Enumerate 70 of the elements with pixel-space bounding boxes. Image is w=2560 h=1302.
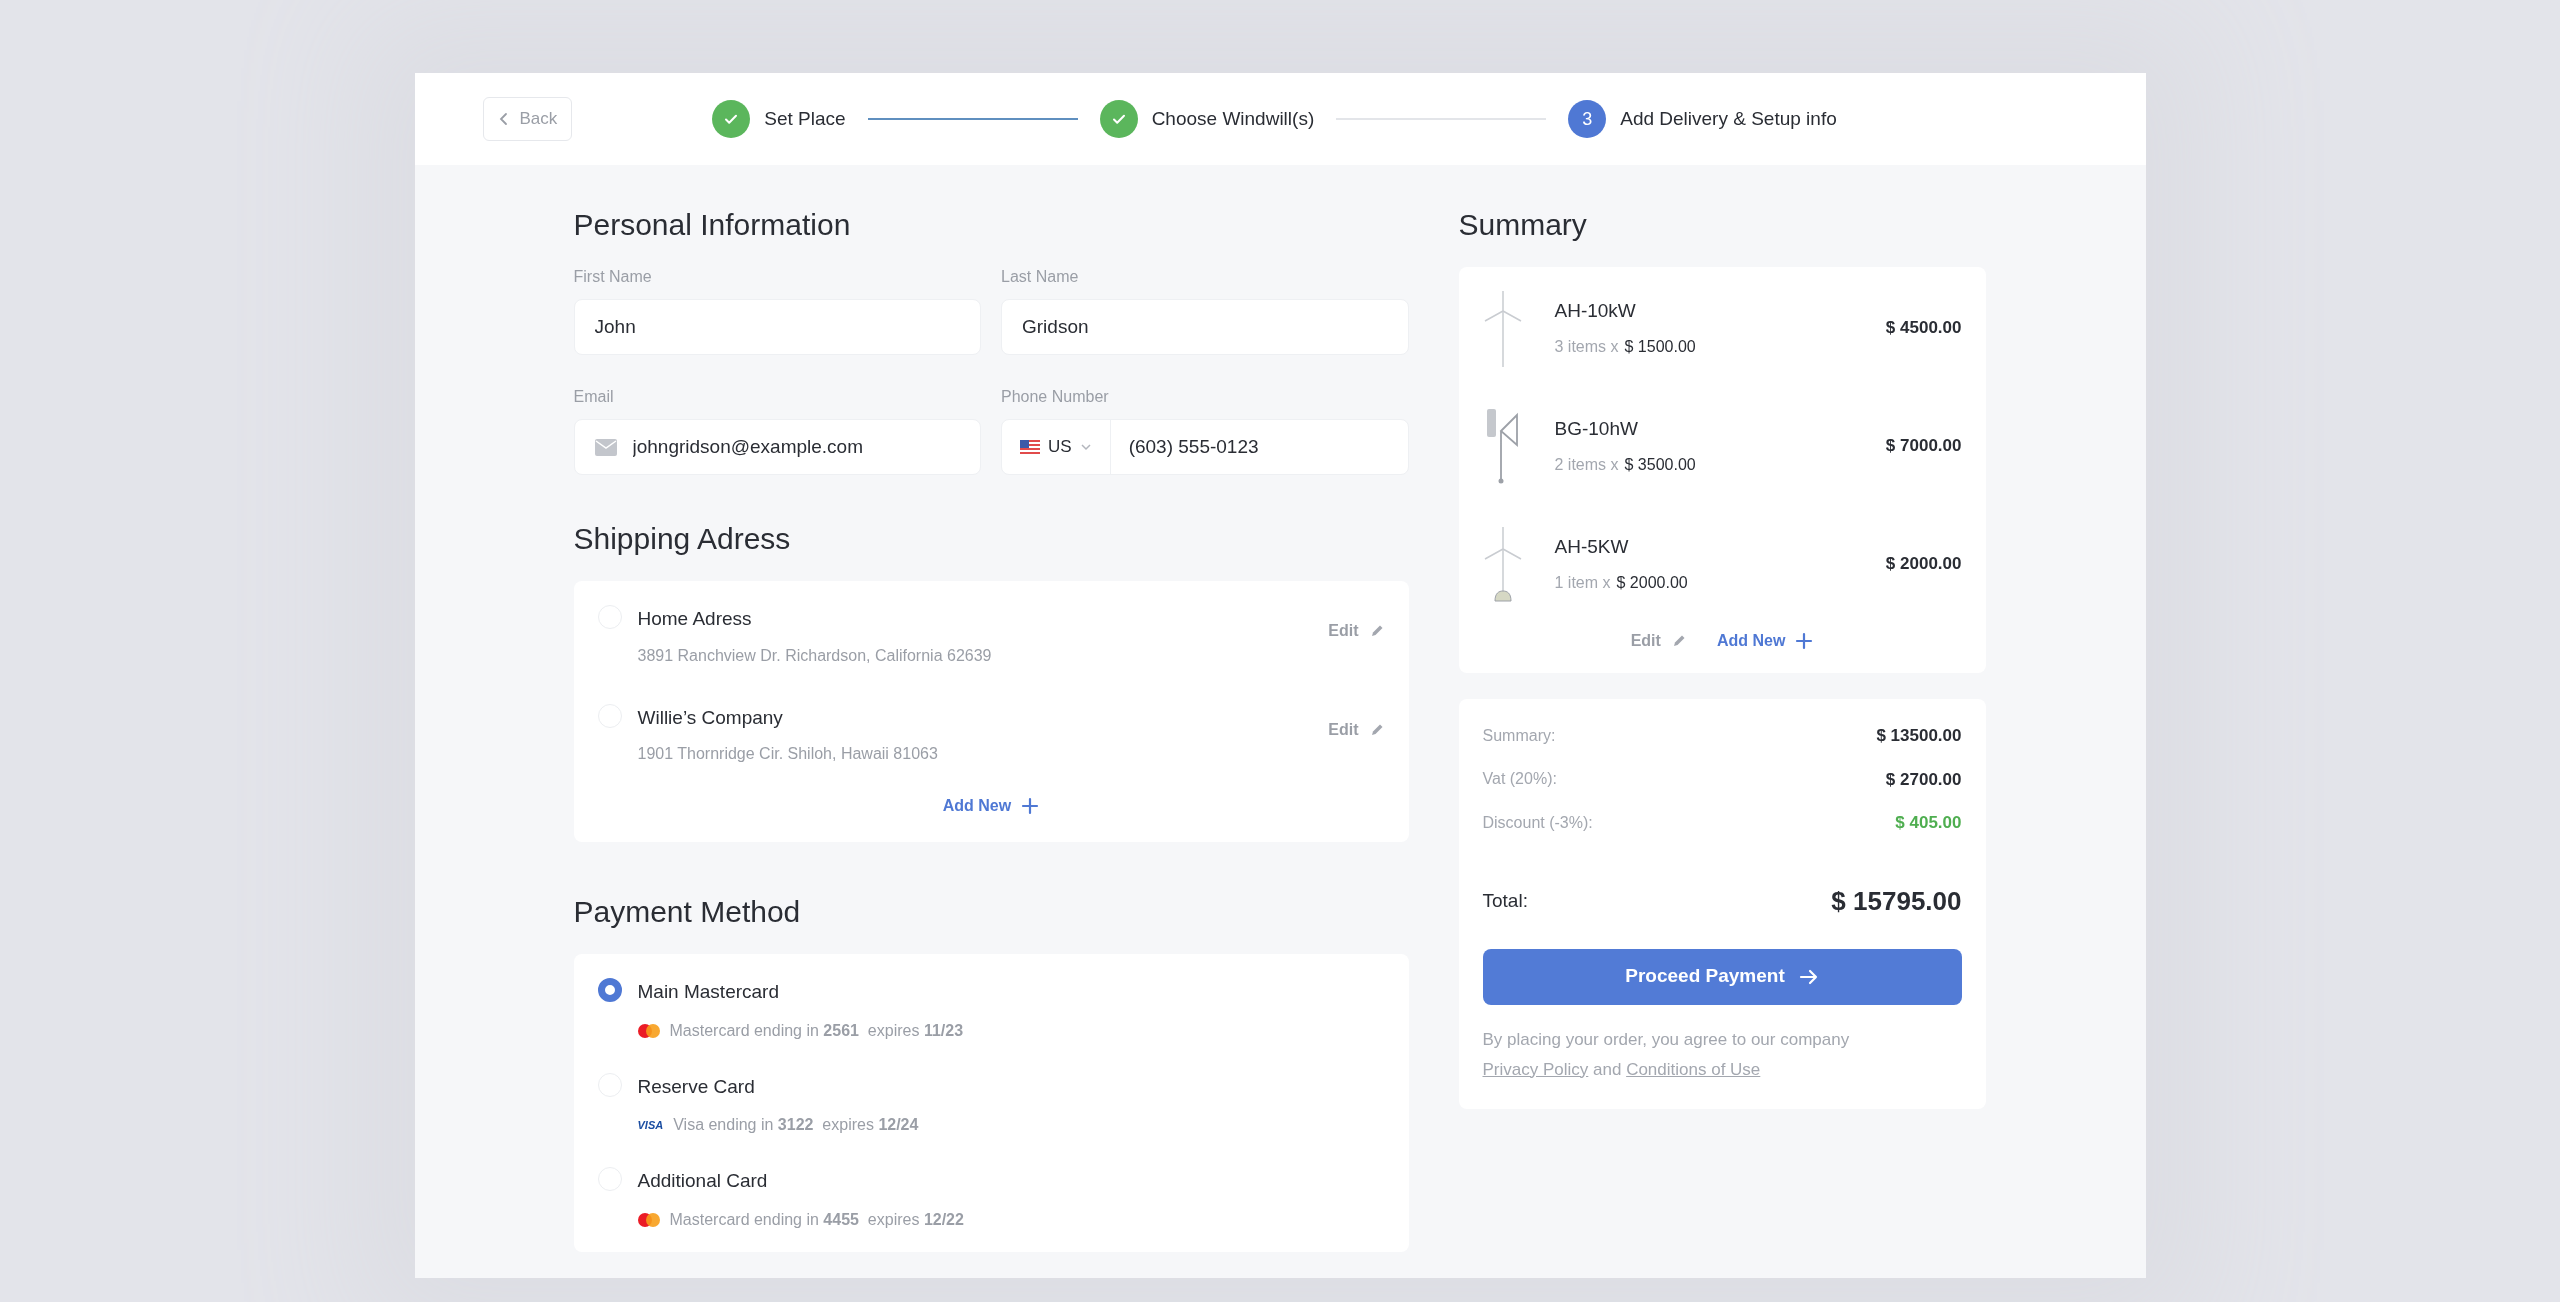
country-select[interactable]: US (1002, 420, 1111, 474)
edit-button[interactable]: Edit (1328, 717, 1385, 742)
total-value: $ 2700.00 (1885, 768, 1962, 791)
grand-total: $ 15795.00 (1831, 884, 1962, 918)
phone-field[interactable]: US (603) 555-0123 (1001, 419, 1409, 475)
quantity-text: 2 items x (1554, 455, 1619, 476)
visa-logo: VISA (637, 1117, 664, 1133)
privacy-policy-link[interactable]: Privacy Policy (1482, 1059, 1589, 1079)
field-label: Last Name (1001, 267, 1080, 287)
card-details: Mastercard ending in 2561 expires 11/23 (669, 1020, 964, 1041)
step-label: Add Delivery & Setup info (1620, 106, 1837, 131)
section-title: Personal Information (573, 207, 852, 243)
mastercard-logo-icon (637, 1212, 660, 1227)
section-title: Shipping Adress (573, 521, 792, 557)
mastercard-logo-icon (637, 1023, 660, 1038)
edit-button[interactable]: Edit (1630, 629, 1687, 653)
quantity-text: 1 item x (1554, 573, 1611, 594)
unit-price: $ 2000.00 (1616, 573, 1688, 594)
address-text: 3891 Ranchview Dr. Richardson, California 62639 (637, 645, 993, 666)
field-label: Phone Number (1001, 387, 1110, 407)
step-label: Set Place (764, 106, 846, 131)
product-name: AH-10kW (1554, 298, 1637, 323)
plus-icon (1795, 632, 1814, 650)
total-label: Total: (1482, 888, 1528, 913)
line-total: $ 2000.00 (1885, 553, 1962, 576)
add-new-button[interactable]: Add New (942, 794, 1040, 818)
card-name: Main Mastercard (637, 980, 780, 1004)
section-title: Summary (1458, 207, 1588, 243)
step-number: 3 (1568, 100, 1607, 138)
edit-button[interactable]: Edit (1328, 619, 1385, 643)
product-name: AH-5KW (1554, 534, 1630, 559)
unit-price: $ 3500.00 (1624, 455, 1696, 476)
text-input[interactable]: John (573, 299, 981, 355)
conditions-of-use-link[interactable]: Conditions of Use (1626, 1059, 1761, 1079)
mail-icon (594, 438, 617, 456)
field-label: First Name (573, 267, 653, 287)
field-label: Email (573, 387, 615, 407)
line-total: $ 7000.00 (1885, 435, 1962, 458)
total-label: Summary: (1482, 725, 1556, 746)
total-value: $ 405.00 (1895, 812, 1962, 834)
step-label: Choose Windwill(s) (1151, 106, 1315, 131)
card-details: Visa ending in 3122 expires 12/24 (673, 1115, 919, 1135)
radio-button[interactable] (597, 978, 622, 1002)
line-total: $ 4500.00 (1885, 317, 1962, 340)
chevron-down-icon (1079, 443, 1092, 451)
flag-icon (1020, 440, 1040, 454)
section-title: Payment Method (573, 894, 802, 930)
card-name: Reserve Card (637, 1074, 756, 1099)
address-name: Willie’s Company (637, 705, 784, 730)
total-value: $ 13500.00 (1876, 725, 1962, 747)
chevron-left-icon (497, 112, 510, 126)
quantity-text: 3 items x (1554, 337, 1619, 358)
back-button[interactable]: Back (482, 97, 573, 141)
address-text: 1901 Thornridge Cir. Shiloh, Hawaii 81063 (637, 744, 939, 764)
total-label: Discount (-3%): (1482, 812, 1593, 833)
phone-input[interactable]: (603) 555-0123 (1110, 420, 1408, 474)
agreement-text: By placing your order, you agree to our company Privacy Policy and Conditions of Use (1482, 1028, 1851, 1081)
card-details: Mastercard ending in 4455 expires 12/22 (669, 1209, 964, 1230)
unit-price: $ 1500.00 (1624, 337, 1696, 358)
plus-icon (1021, 797, 1040, 815)
card-name: Additional Card (637, 1169, 769, 1193)
proceed-payment-button[interactable]: Proceed Payment (1482, 948, 1962, 1005)
email-field[interactable]: johngridson@example.com (573, 419, 981, 475)
address-name: Home Adress (637, 607, 753, 631)
add-new-button[interactable]: Add New (1716, 629, 1814, 653)
product-name: BG-10hW (1554, 416, 1639, 441)
total-label: Vat (20%): (1482, 769, 1557, 790)
arrow-right-icon (1798, 967, 1819, 986)
email-input[interactable]: johngridson@example.com (632, 432, 960, 462)
text-input[interactable]: Gridson (1001, 299, 1409, 355)
